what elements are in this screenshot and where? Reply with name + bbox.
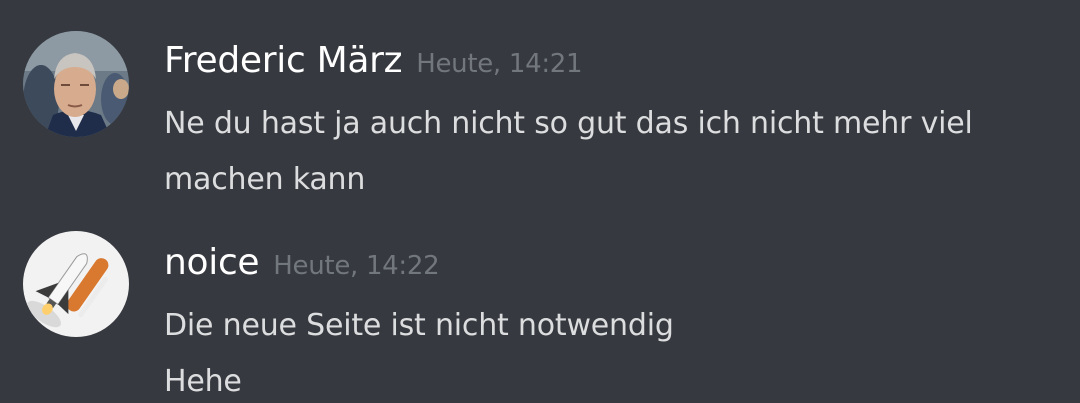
message-timestamp: Heute, 14:22 [273,251,440,281]
message-header: noice Heute, 14:22 [164,242,440,283]
author-name[interactable]: Frederic März [164,40,403,81]
space-shuttle-avatar-icon [23,231,129,337]
message-timestamp: Heute, 14:21 [416,49,583,79]
message-line: Die neue Seite ist nicht notwendig [164,308,674,343]
message-header: Frederic März Heute, 14:21 [164,40,583,81]
message-content: Die neue Seite ist nicht notwendig Hehe [164,298,1064,403]
message-line: Hehe [164,364,242,399]
message-line: machen kann [164,162,366,197]
author-name[interactable]: noice [164,242,260,283]
chat-message-list: Frederic März Heute, 14:21 Ne du hast ja … [0,0,1080,403]
message-line: Ne du hast ja auch nicht so gut das ich … [164,106,973,141]
user-avatar[interactable] [23,231,129,337]
user-avatar[interactable] [23,31,129,137]
man-portrait-avatar-icon [23,31,129,137]
message-content: Ne du hast ja auch nicht so gut das ich … [164,96,1064,208]
